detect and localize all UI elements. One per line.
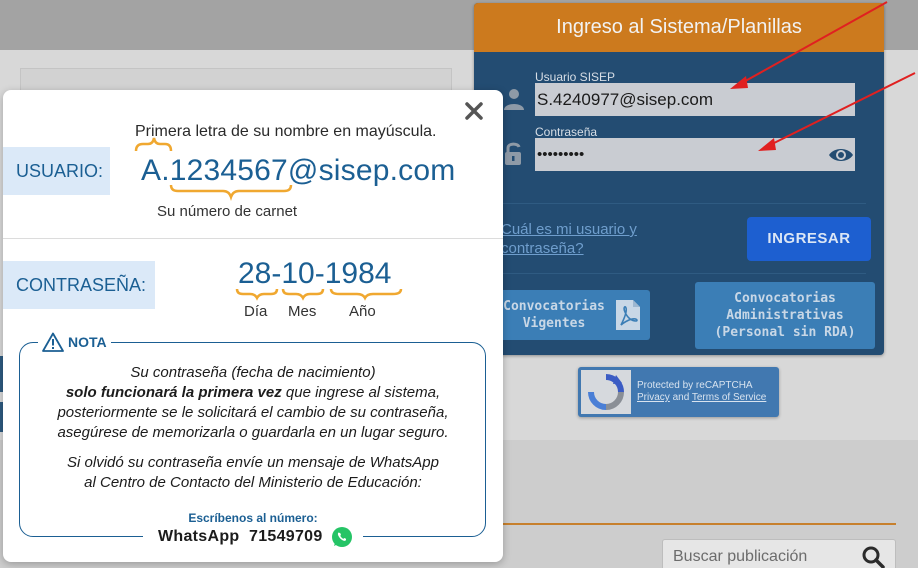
credentials-help-modal: USUARIO: Primera letra de su nombre en m… [3, 90, 503, 562]
whatsapp-icon[interactable] [331, 526, 353, 548]
section-divider [500, 523, 896, 525]
search-input[interactable] [673, 548, 853, 566]
olvido-line: Si olvidó su contraseña envíe un mensaje… [67, 454, 439, 471]
ano-label: Año [349, 303, 376, 320]
user-label: Usuario SISEP [535, 70, 616, 84]
dia-label: Día [244, 303, 268, 320]
privacy-link[interactable]: Privacy [637, 392, 670, 403]
mes-label: Mes [288, 303, 317, 320]
contrasena-tag: CONTRASEÑA: [3, 261, 155, 309]
help-link[interactable]: Cuál es mi usuario y contraseña? [501, 220, 641, 258]
recaptcha-links: Privacy and Terms of Service [637, 392, 766, 403]
close-icon[interactable] [463, 100, 485, 122]
whatsapp-contact: WhatsApp 71549709 [148, 526, 363, 548]
search-icon[interactable] [861, 545, 885, 568]
password-input[interactable] [535, 138, 827, 171]
nota-bold: solo funcionará la primera vez [65, 384, 282, 401]
pdf-icon [616, 300, 640, 330]
olvido-text: Si olvidó su contraseña envíe un mensaje… [23, 453, 483, 493]
contrasena-example: 28-10-1984 [238, 257, 392, 290]
search-box [662, 539, 896, 568]
nota-label: NOTA [68, 334, 107, 350]
nota-line: Su contraseña (fecha de nacimiento) [130, 364, 376, 381]
lock-icon [505, 142, 521, 165]
nota-text: Su contraseña (fecha de nacimiento) solo… [23, 363, 483, 443]
recaptcha-logo [588, 374, 624, 410]
usuario-hint: Primera letra de su nombre en mayúscula. [135, 123, 437, 140]
user-input[interactable] [535, 83, 855, 116]
nota-line: solo funcionará la primera vez que ingre… [23, 383, 483, 403]
usuario-carnet-hint: Su número de carnet [157, 203, 298, 220]
recaptcha-text: Protected by reCAPTCHA [637, 380, 753, 391]
login-panel: Ingreso al Sistema/Planillas Usuario SIS… [474, 3, 884, 355]
nota-line: posteriormente se le solicitará el cambi… [57, 404, 449, 421]
terms-link[interactable]: Terms of Service [692, 392, 766, 403]
ingresar-button[interactable]: INGRESAR [747, 217, 871, 261]
nota-line-rest: que ingrese al sistema, [281, 384, 441, 401]
password-label: Contraseña [535, 125, 598, 139]
divider [492, 203, 866, 204]
login-title: Ingreso al Sistema/Planillas [474, 3, 884, 52]
convocatorias-vigentes-label: Convocatorias Vigentes [503, 299, 605, 331]
usuario-tag: USUARIO: [3, 147, 110, 195]
user-icon [504, 89, 524, 110]
convocatorias-vigentes-button[interactable]: Convocatorias Vigentes [494, 290, 650, 340]
usuario-example: A.1234567@sisep.com [141, 154, 456, 187]
recaptcha-badge: Protected by reCAPTCHA Privacy and Terms… [578, 367, 779, 417]
eye-icon [829, 148, 853, 161]
eye-icon-wrap [827, 138, 855, 171]
divider [492, 273, 866, 274]
modal-divider [3, 238, 503, 239]
warning-icon [42, 332, 64, 352]
convocatorias-administrativas-button[interactable]: Convocatorias Administrativas (Personal … [695, 282, 875, 349]
whatsapp-number: WhatsApp 71549709 [158, 528, 323, 545]
escribenos-label: Escríbenos al número: [188, 511, 318, 525]
nota-line: asegúrese de memorizarla o guardarla en … [57, 424, 449, 441]
recaptcha-and: and [672, 392, 690, 403]
nota-title: NOTA [38, 331, 111, 353]
olvido-line: al Centro de Contacto del Ministerio de … [84, 474, 422, 491]
